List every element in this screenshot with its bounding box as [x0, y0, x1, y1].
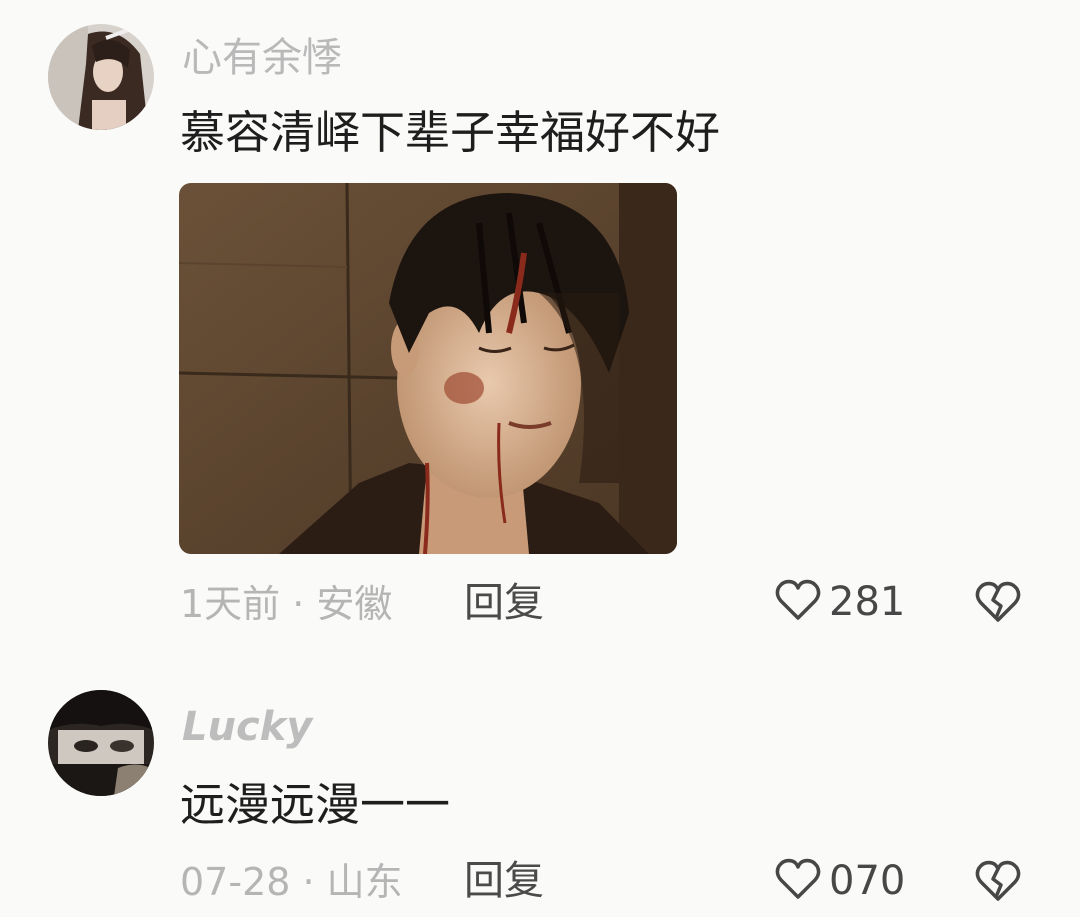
comment-item: Lucky 远漫远漫一一 07-28 · 山东 回复 070	[0, 660, 1080, 917]
comment-meta: 07-28 · 山东	[180, 860, 403, 904]
avatar[interactable]	[48, 690, 154, 796]
heart-outline-icon	[775, 857, 821, 905]
dislike-button[interactable]	[975, 580, 1021, 628]
comment-text: 远漫远漫一一	[180, 778, 451, 831]
dislike-button[interactable]	[975, 859, 1021, 907]
comment-text: 慕容清峄下辈子幸福好不好	[180, 106, 721, 159]
reply-button[interactable]: 回复	[464, 583, 544, 623]
broken-heart-icon	[975, 860, 1021, 907]
broken-heart-icon	[975, 581, 1021, 628]
username[interactable]: 心有余悸	[182, 38, 342, 78]
avatar[interactable]	[48, 24, 154, 130]
comment-list: 心有余悸 慕容清峄下辈子幸福好不好 1天前 · 安徽 回复 281 Lucky …	[0, 0, 1080, 917]
reply-button[interactable]: 回复	[464, 861, 544, 901]
comment-item: 心有余悸 慕容清峄下辈子幸福好不好 1天前 · 安徽 回复 281	[0, 0, 1080, 660]
like-button[interactable]: 070	[775, 857, 905, 905]
comment-meta: 1天前 · 安徽	[180, 582, 393, 626]
heart-outline-icon	[775, 578, 821, 626]
like-count: 070	[829, 858, 906, 904]
username[interactable]: Lucky	[182, 707, 312, 747]
like-button[interactable]: 281	[775, 578, 905, 626]
comment-image[interactable]	[179, 183, 677, 554]
like-count: 281	[829, 579, 906, 625]
